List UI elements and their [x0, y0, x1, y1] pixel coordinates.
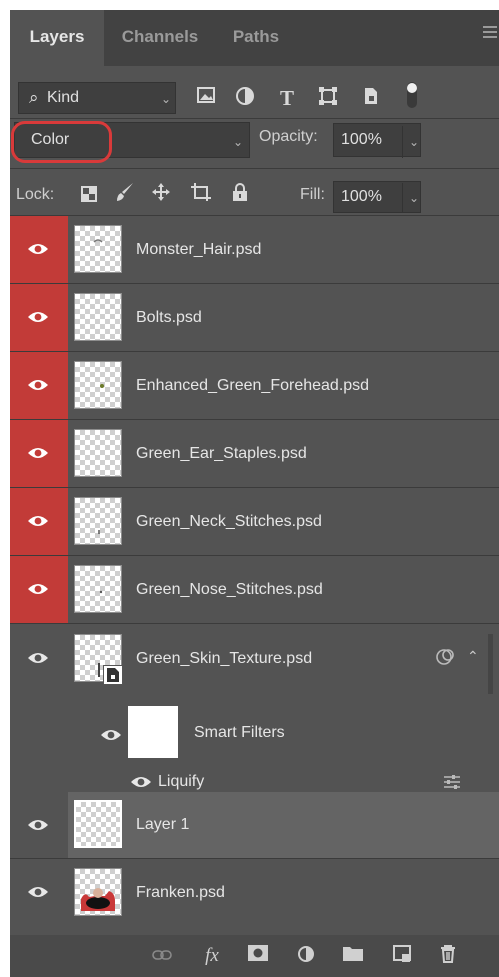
link-layers-icon[interactable]: [150, 945, 174, 967]
eye-icon: [28, 887, 48, 897]
layer-thumbnail: [74, 429, 122, 477]
eye-icon: [28, 653, 48, 663]
eye-icon: [28, 448, 48, 458]
visibility-toggle[interactable]: [10, 352, 68, 419]
layer-name: Bolts.psd: [136, 309, 202, 326]
lock-position-icon[interactable]: [148, 182, 174, 210]
lock-all-icon[interactable]: [227, 182, 253, 210]
layer-thumbnail: [74, 361, 122, 409]
eye-icon[interactable]: [100, 728, 122, 742]
search-icon: ⌕: [29, 88, 39, 107]
eye-icon: [28, 584, 48, 594]
filter-name: Liquify: [158, 773, 205, 790]
chevron-down-icon: ⌄: [233, 135, 244, 149]
fx-icon[interactable]: fx: [200, 945, 224, 967]
layer-name: Green_Neck_Stitches.psd: [136, 513, 322, 530]
panel-tab-bar: Layers Channels Paths: [10, 10, 499, 66]
opacity-label: Opacity:: [259, 128, 318, 145]
chevron-down-icon: ⌄: [161, 92, 172, 106]
layer-thumbnail: [74, 225, 122, 273]
eye-icon: [28, 380, 48, 390]
divider: [10, 168, 499, 169]
new-group-icon[interactable]: [341, 945, 365, 967]
delete-icon[interactable]: [436, 945, 460, 967]
visibility-toggle[interactable]: [10, 792, 68, 858]
layer-thumbnail: [74, 497, 122, 545]
chevron-down-icon: ⌄: [402, 183, 419, 213]
layer-row[interactable]: Green_Ear_Staples.psd: [10, 420, 499, 487]
visibility-toggle[interactable]: [10, 488, 68, 555]
fill-field[interactable]: 100% ⌄: [333, 181, 421, 213]
panel-footer: fx: [10, 935, 499, 977]
opacity-field[interactable]: 100% ⌄: [333, 123, 421, 158]
layer-name: Green_Nose_Stitches.psd: [136, 581, 323, 598]
layer-row[interactable]: Green_Neck_Stitches.psd: [10, 488, 499, 555]
smart-filter-indicator-icon: [434, 646, 458, 673]
smart-object-filter-icon[interactable]: [358, 86, 384, 110]
layer-name: Layer 1: [136, 816, 190, 833]
adjustment-layer-icon[interactable]: [294, 945, 318, 967]
eye-icon: [28, 820, 48, 830]
fill-label: Fill:: [300, 186, 325, 203]
layer-name: Monster_Hair.psd: [136, 241, 262, 258]
layer-row[interactable]: Enhanced_Green_Forehead.psd: [10, 352, 499, 419]
tab-layers[interactable]: Layers: [10, 10, 104, 66]
smart-filter-mask-thumbnail[interactable]: [128, 706, 178, 758]
visibility-toggle[interactable]: [10, 284, 68, 351]
lock-image-pixels-icon[interactable]: [112, 182, 138, 210]
layer-name: Green_Skin_Texture.psd: [136, 650, 313, 667]
layer-row-smart-object[interactable]: Green_Skin_Texture.psd ⌃ Smart Filters L…: [10, 624, 499, 792]
visibility-toggle[interactable]: [10, 420, 68, 487]
chevron-down-icon: ⌄: [402, 126, 419, 158]
smart-filters-row[interactable]: Smart Filters: [10, 704, 499, 762]
layer-name: Franken.psd: [136, 884, 225, 901]
adjustment-filter-icon[interactable]: [232, 86, 258, 110]
lock-artboard-icon[interactable]: [188, 182, 214, 210]
eye-icon: [28, 312, 48, 322]
type-filter-icon[interactable]: T: [274, 86, 300, 110]
filter-kind-dropdown[interactable]: ⌕ Kind ⌄: [18, 82, 176, 114]
blend-mode-highlight: [11, 121, 112, 163]
image-filter-icon[interactable]: [193, 86, 219, 110]
lock-label: Lock:: [16, 186, 55, 203]
layer-row[interactable]: Green_Nose_Stitches.psd: [10, 556, 499, 623]
tab-channels[interactable]: Channels: [104, 10, 216, 66]
visibility-toggle[interactable]: [10, 556, 68, 623]
new-layer-icon[interactable]: [390, 945, 414, 967]
panel-menu-icon[interactable]: [483, 26, 497, 41]
layer-row[interactable]: Monster_Hair.psd: [10, 216, 499, 283]
lock-transparent-pixels-icon[interactable]: [76, 182, 102, 210]
smart-filters-label: Smart Filters: [194, 724, 285, 741]
layer-name: Green_Ear_Staples.psd: [136, 445, 307, 462]
opacity-value: 100%: [341, 131, 382, 148]
eye-icon[interactable]: [130, 775, 152, 789]
filter-kind-label: Kind: [47, 89, 80, 106]
layer-thumbnail: [74, 293, 122, 341]
visibility-toggle[interactable]: [10, 859, 68, 925]
scrollbar[interactable]: [488, 634, 493, 694]
layer-row[interactable]: Layer 1: [10, 792, 499, 858]
layer-thumbnail: [74, 800, 122, 848]
layers-panel: Layers Channels Paths ⌕ Kind ⌄ T Color ⌄…: [10, 10, 499, 977]
layer-thumbnail: [74, 565, 122, 613]
divider: [10, 118, 499, 119]
tab-paths[interactable]: Paths: [216, 10, 296, 66]
collapse-effects-chevron-icon[interactable]: ⌃: [467, 648, 479, 665]
shape-filter-icon[interactable]: [315, 86, 341, 110]
add-mask-icon[interactable]: [246, 945, 270, 967]
eye-icon: [28, 244, 48, 254]
layer-row[interactable]: Bolts.psd: [10, 284, 499, 351]
fill-value: 100%: [341, 188, 382, 205]
layer-thumbnail: [74, 868, 122, 916]
smart-object-badge-icon: [103, 665, 123, 685]
layer-row[interactable]: Franken.psd: [10, 859, 499, 925]
eye-icon: [28, 516, 48, 526]
layer-name: Enhanced_Green_Forehead.psd: [136, 377, 370, 394]
visibility-toggle[interactable]: [10, 216, 68, 283]
filter-toggle-icon[interactable]: [404, 82, 420, 110]
